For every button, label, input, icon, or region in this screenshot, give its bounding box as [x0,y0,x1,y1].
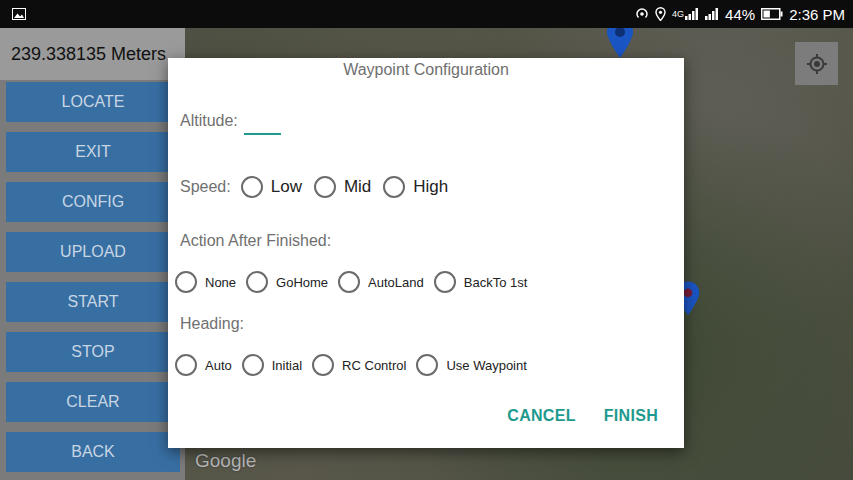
radio-option[interactable]: RC Control [312,354,406,376]
sidebar-button[interactable]: START [6,282,180,322]
sidebar-button[interactable]: STOP [6,332,180,372]
sidebar: 239.338135 Meters LOCATE EXIT CONFIG UPLOAD… [0,28,185,480]
battery-fill [764,11,770,18]
my-location-button[interactable] [795,42,838,85]
sidebar-button[interactable]: BACK [6,432,180,472]
radio-button[interactable] [242,354,264,376]
sidebar-button[interactable]: CLEAR [6,382,180,422]
dialog-buttons: CANCEL FINISH [168,398,684,434]
signal-icon [685,8,699,20]
radio-button[interactable] [383,176,405,198]
radio-option[interactable]: Low [241,176,302,198]
radio-option[interactable]: BackTo 1st [434,271,528,293]
action-label: Action After Finished: [168,230,684,252]
cancel-button[interactable]: CANCEL [507,407,575,425]
radio-button[interactable] [416,354,438,376]
radio-button[interactable] [246,271,268,293]
status-bar: 4G 44% 2:36 PM [0,0,853,28]
image-notification-icon [12,8,26,20]
radio-button[interactable] [434,271,456,293]
speed-label: Speed: [180,178,231,196]
battery-icon [761,8,783,20]
radio-label[interactable]: GoHome [276,275,328,290]
action-options: None GoHome AutoLand BackTo 1st [168,269,684,295]
finish-button[interactable]: FINISH [604,407,658,425]
radio-option[interactable]: Mid [314,176,371,198]
radio-option[interactable]: GoHome [246,271,328,293]
clock: 2:36 PM [789,6,845,23]
radio-option[interactable]: Use Waypoint [416,354,526,376]
waypoint-config-dialog: Waypoint Configuration Altitude: Speed: … [168,58,684,448]
crosshair-icon [806,53,828,75]
waypoint-marker-icon[interactable] [605,28,635,58]
radio-button[interactable] [175,271,197,293]
radio-button[interactable] [338,271,360,293]
radio-button[interactable] [175,354,197,376]
distance-label: 239.338135 Meters [0,28,185,80]
battery-percent: 44% [725,6,755,23]
radio-option[interactable]: None [175,271,236,293]
radio-label[interactable]: Auto [205,358,232,373]
network-type: 4G [672,9,684,19]
radio-label[interactable]: None [205,275,236,290]
radio-label[interactable]: BackTo 1st [464,275,528,290]
heading-label: Heading: [168,313,684,335]
heading-options: Auto Initial RC Control Use Waypoint [168,352,684,378]
radio-label[interactable]: RC Control [342,358,406,373]
altitude-label: Altitude: [180,112,238,130]
sidebar-button[interactable]: UPLOAD [6,232,180,272]
radio-button[interactable] [241,176,263,198]
signal-icon [705,8,719,20]
radio-option[interactable]: AutoLand [338,271,424,293]
sidebar-button[interactable]: EXIT [6,132,180,172]
speed-row: Speed: Low Mid High [168,172,684,202]
radio-label[interactable]: Use Waypoint [446,358,526,373]
location-icon [655,7,666,21]
radio-label[interactable]: Low [271,177,302,197]
radio-label[interactable]: AutoLand [368,275,424,290]
radio-label[interactable]: Mid [344,177,371,197]
sidebar-button[interactable]: CONFIG [6,182,180,222]
dialog-title: Waypoint Configuration [168,58,684,82]
speed-options: Low Mid High [241,176,449,198]
radio-label[interactable]: High [413,177,448,197]
radio-option[interactable]: High [383,176,448,198]
altitude-input[interactable] [244,109,281,135]
radio-option[interactable]: Initial [242,354,302,376]
radio-button[interactable] [312,354,334,376]
hotspot-icon [635,7,649,21]
sidebar-button[interactable]: LOCATE [6,82,180,122]
radio-option[interactable]: Auto [175,354,232,376]
radio-button[interactable] [314,176,336,198]
radio-label[interactable]: Initial [272,358,302,373]
altitude-row: Altitude: [168,106,684,136]
map-attribution: Google [195,450,256,472]
